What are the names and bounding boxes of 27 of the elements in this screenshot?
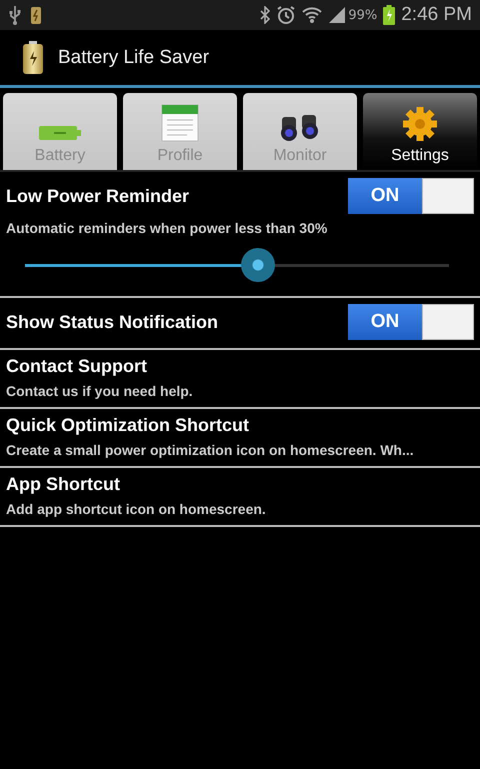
clock-time: 2:46 PM (401, 4, 472, 26)
toggle-switch[interactable]: ON (348, 178, 474, 214)
calendar-icon (160, 103, 200, 143)
toggle-switch[interactable]: ON (348, 304, 474, 340)
battery-icon (38, 123, 82, 143)
setting-title: Show Status Notification (6, 312, 218, 332)
app-battery-icon (22, 40, 44, 74)
signal-icon (328, 6, 346, 24)
setting-title[interactable]: App Shortcut (6, 474, 474, 495)
power-slider[interactable] (25, 248, 449, 282)
slider-thumb[interactable] (241, 248, 276, 282)
bluetooth-icon (260, 6, 270, 24)
app-title: Battery Life Saver (58, 46, 210, 68)
setting-summary: Create a small power optimization icon on homescreen. Wh... (6, 442, 415, 458)
setting-title: Low Power Reminder (6, 186, 190, 206)
gear-icon (401, 105, 439, 143)
alarm-icon (276, 5, 296, 25)
usb-icon (8, 5, 22, 25)
battery-icon (30, 5, 42, 25)
charging-battery-icon (383, 5, 396, 25)
setting-summary: Automatic reminders when power less than 30% (6, 220, 328, 236)
setting-summary: Contact us if you need help. (6, 383, 194, 399)
setting-title[interactable]: Quick Optimization Shortcut (6, 415, 474, 436)
battery-percent: 99% (348, 8, 378, 22)
setting-summary: Add app shortcut icon on homescreen. (6, 501, 267, 517)
wifi-icon (302, 6, 322, 24)
setting-title[interactable]: Contact Support (6, 356, 474, 377)
